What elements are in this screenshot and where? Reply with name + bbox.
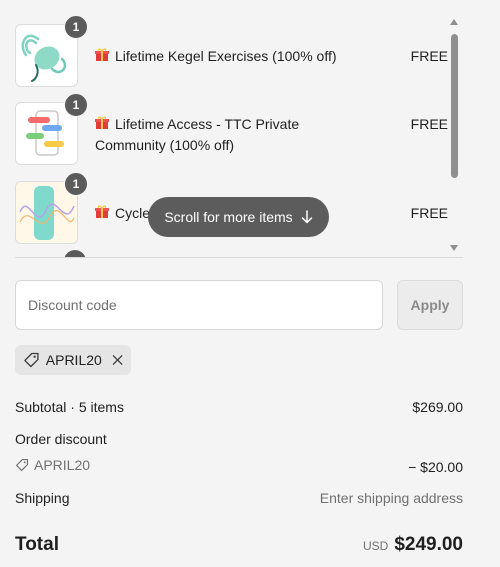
applied-discount-chip: APRIL20 bbox=[15, 345, 131, 375]
applied-code-label: APRIL20 bbox=[45, 352, 102, 368]
gift-icon bbox=[95, 116, 109, 129]
shipping-row: Shipping Enter shipping address bbox=[15, 490, 463, 506]
shipping-label: Shipping bbox=[15, 490, 70, 506]
subtotal-row: Subtotal · 5 items $269.00 bbox=[15, 399, 463, 415]
arrow-down-icon bbox=[301, 210, 312, 224]
total-label: Total bbox=[15, 534, 59, 555]
discount-code-line: APRIL20 bbox=[15, 457, 90, 473]
discount-value: − $20.00 bbox=[408, 459, 463, 475]
gift-icon bbox=[95, 205, 109, 218]
item-title-text: Cycle bbox=[115, 205, 151, 221]
item-title-text: Lifetime Access - TTC Private Community … bbox=[95, 116, 300, 153]
subtotal-label: Subtotal · 5 items bbox=[15, 399, 124, 415]
discount-code-text: APRIL20 bbox=[34, 457, 91, 473]
shipping-value: Enter shipping address bbox=[319, 490, 463, 506]
item-price: FREE bbox=[410, 116, 448, 132]
order-discount-row: Order discount bbox=[15, 431, 463, 447]
item-title: Lifetime Kegel Exercises (100% off) bbox=[95, 46, 365, 67]
scroll-down-icon[interactable] bbox=[450, 245, 458, 251]
scroll-hint-label: Scroll for more items bbox=[164, 209, 293, 225]
discount-code-input[interactable] bbox=[15, 280, 383, 330]
quantity-badge: 1 bbox=[64, 93, 88, 117]
remove-discount-icon[interactable] bbox=[112, 354, 123, 366]
divider bbox=[15, 257, 463, 258]
line-item: 1 Lifetime Kegel Exercises (100% off) FR… bbox=[15, 15, 448, 87]
gift-icon bbox=[95, 48, 109, 61]
quantity-badge: 1 bbox=[64, 172, 88, 196]
tag-icon bbox=[15, 458, 29, 472]
order-discount-label: Order discount bbox=[15, 431, 107, 447]
currency-code: USD bbox=[362, 539, 389, 553]
scroll-for-more-button[interactable]: Scroll for more items bbox=[148, 197, 329, 237]
item-price: FREE bbox=[410, 205, 448, 221]
item-price: FREE bbox=[410, 48, 448, 64]
total-amount: USD $249.00 bbox=[363, 534, 463, 556]
apply-discount-button[interactable]: Apply bbox=[397, 280, 463, 330]
items-scrollbar[interactable] bbox=[446, 16, 462, 256]
total-row: Total USD $249.00 bbox=[15, 534, 463, 556]
tag-icon bbox=[24, 352, 39, 368]
discount-code-row: APRIL20 − $20.00 bbox=[15, 457, 463, 475]
quantity-badge: 1 bbox=[64, 15, 88, 39]
subtotal-value: $269.00 bbox=[412, 399, 463, 415]
scroll-thumb[interactable] bbox=[451, 34, 458, 178]
item-title: Lifetime Access - TTC Private Community … bbox=[95, 114, 365, 156]
item-title-text: Lifetime Kegel Exercises (100% off) bbox=[115, 48, 337, 64]
scroll-up-icon[interactable] bbox=[450, 19, 458, 25]
line-item: 1 Lifetime Access - TTC Private Communit… bbox=[15, 93, 448, 165]
total-value: $249.00 bbox=[394, 534, 463, 555]
